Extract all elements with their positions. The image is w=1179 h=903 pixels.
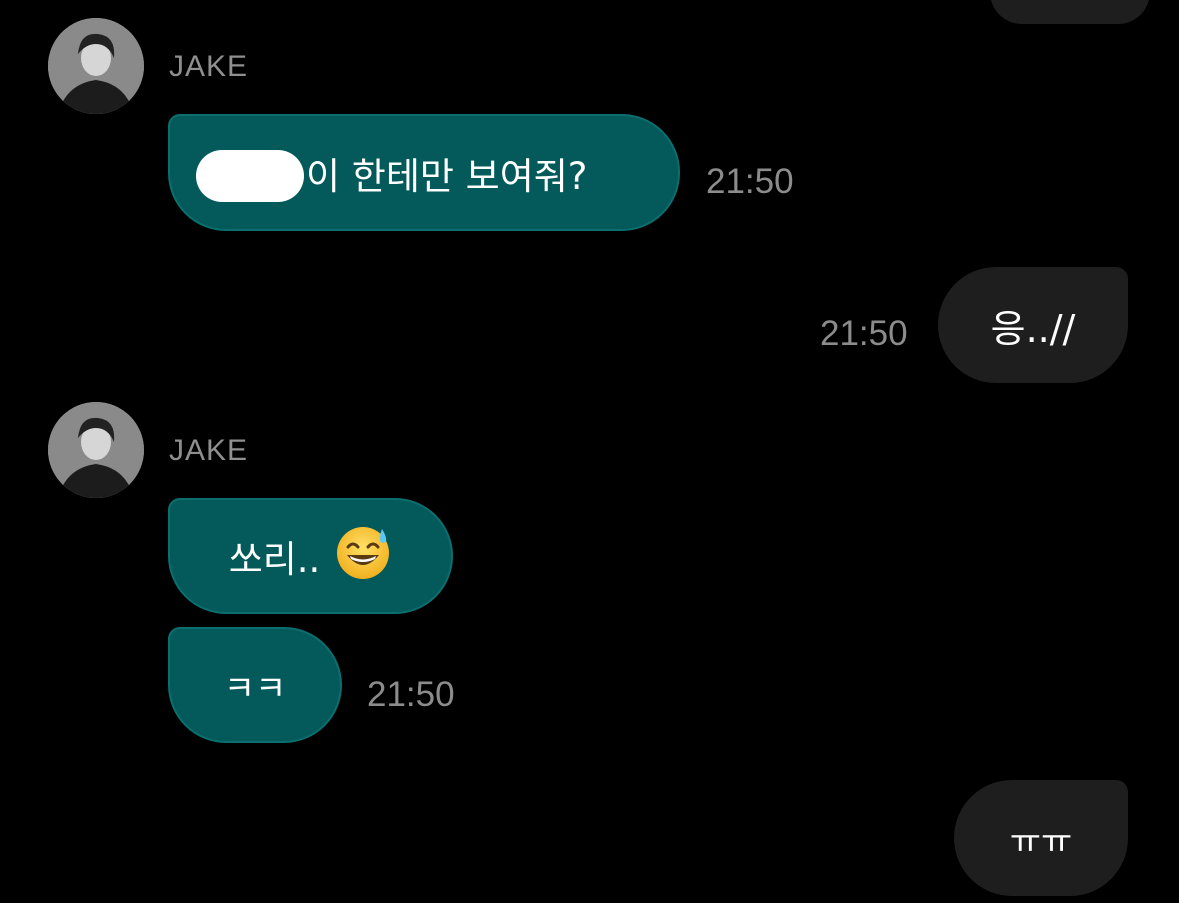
sender-name: JAKE: [169, 434, 249, 467]
message-text: 이 한테만 보여줘?: [306, 154, 588, 198]
redaction-mark: [196, 150, 304, 202]
avatar[interactable]: [48, 18, 144, 114]
outgoing-message-bubble[interactable]: ㅠㅠ: [954, 780, 1128, 896]
incoming-message-bubble[interactable]: ㅋㅋ: [168, 627, 342, 743]
profile-photo-icon: [48, 18, 144, 114]
message-timestamp: 21:50: [367, 675, 455, 714]
message-text: 응..//: [990, 306, 1076, 351]
message-text: 쏘리..: [228, 538, 321, 581]
sweat-smile-emoji-icon: [334, 523, 392, 590]
sender-name: JAKE: [169, 50, 249, 83]
avatar[interactable]: [48, 402, 144, 498]
message-timestamp: 21:50: [706, 162, 794, 201]
profile-photo-icon: [48, 402, 144, 498]
message-text: ㅠㅠ: [1009, 821, 1073, 862]
message-text: ㅋㅋ: [223, 668, 287, 709]
outgoing-bubble-partial[interactable]: [990, 0, 1150, 24]
outgoing-message-bubble[interactable]: 응..//: [938, 267, 1128, 383]
incoming-message-bubble[interactable]: 쏘리..: [168, 498, 453, 614]
message-timestamp: 21:50: [820, 314, 908, 353]
